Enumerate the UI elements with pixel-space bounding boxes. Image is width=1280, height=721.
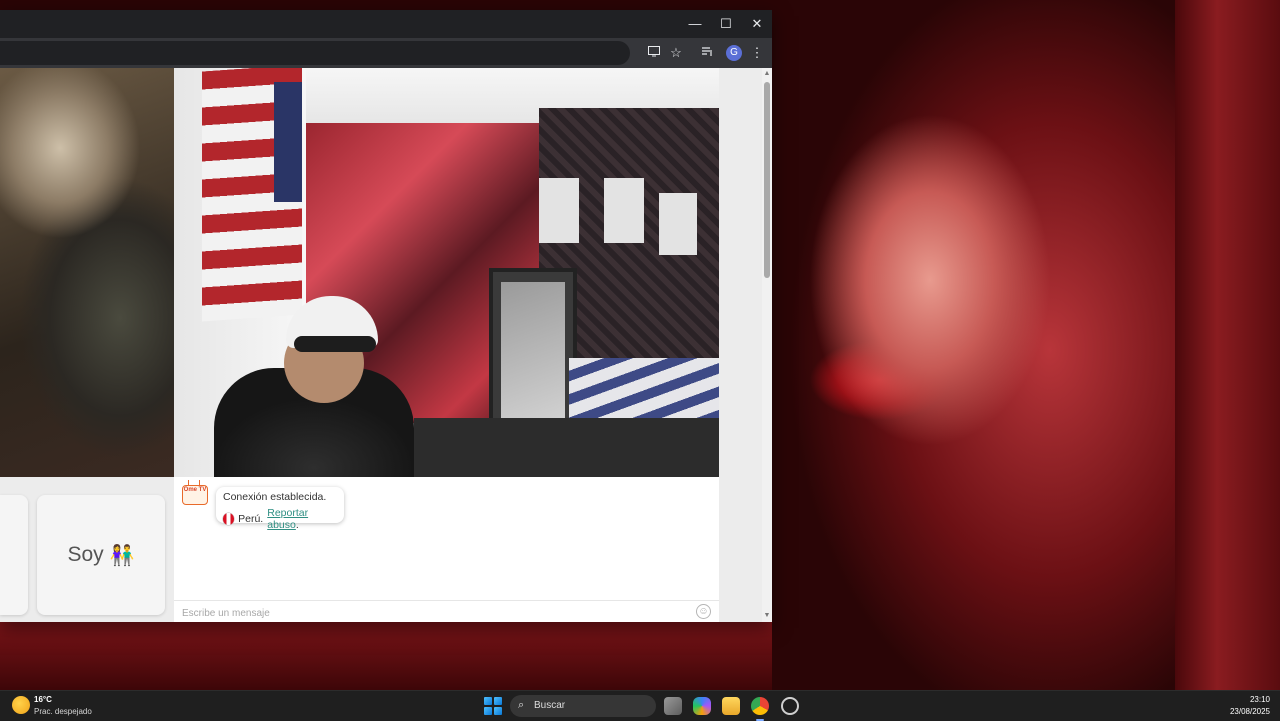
system-message-bubble: Conexión establecida. Perú. Reportar abu… bbox=[216, 487, 344, 531]
scrollbar-thumb[interactable] bbox=[764, 82, 770, 278]
wallpaper-edge bbox=[1175, 0, 1280, 690]
close-button[interactable]: ✕ bbox=[742, 10, 772, 38]
stranger-video-left bbox=[0, 68, 174, 477]
taskbar-search[interactable]: ⌕ Buscar bbox=[510, 695, 656, 717]
maximize-button[interactable]: ☐ bbox=[711, 10, 741, 38]
floor bbox=[414, 418, 719, 477]
browser-window: — ☐ ✕ ☆ G ⋮ Soy 👫 Ome TV Conexión establ… bbox=[0, 10, 772, 622]
interest-card-soy[interactable]: Soy 👫 bbox=[37, 495, 165, 615]
cast-icon[interactable] bbox=[644, 43, 664, 63]
wallpaper-bottom bbox=[0, 622, 772, 690]
poster bbox=[659, 193, 697, 255]
browser-toolbar: ☆ G ⋮ bbox=[0, 38, 772, 68]
person-cap-brim bbox=[294, 336, 376, 352]
task-view-icon[interactable] bbox=[664, 697, 682, 715]
settings-gear-icon[interactable] bbox=[781, 697, 799, 715]
country-name: Perú. bbox=[238, 513, 264, 525]
couple-icon: 👫 bbox=[109, 544, 135, 567]
file-explorer-icon[interactable] bbox=[722, 697, 740, 715]
weather-temperature[interactable]: 16°C bbox=[34, 695, 52, 704]
poster bbox=[604, 178, 644, 243]
weather-sun-icon[interactable] bbox=[12, 696, 30, 714]
search-label: Buscar bbox=[534, 700, 566, 711]
page-viewport: Soy 👫 Ome TV Conexión establecida. Perú.… bbox=[0, 68, 762, 622]
copilot-icon[interactable] bbox=[693, 697, 711, 715]
clock-date[interactable]: 23/08/2025 bbox=[1222, 707, 1270, 716]
interest-card-partial[interactable] bbox=[0, 495, 28, 615]
clock-time[interactable]: 23:10 bbox=[1230, 695, 1270, 704]
start-button[interactable] bbox=[484, 697, 502, 715]
scroll-up-icon[interactable]: ▲ bbox=[763, 70, 771, 78]
minimize-button[interactable]: — bbox=[680, 10, 710, 38]
profile-avatar[interactable]: G bbox=[726, 45, 742, 61]
scroll-down-icon[interactable]: ▼ bbox=[763, 612, 771, 620]
message-input[interactable] bbox=[180, 604, 684, 622]
peru-flag-icon bbox=[223, 513, 235, 525]
message-composer: ☺ bbox=[174, 600, 719, 622]
weather-condition[interactable]: Prac. despejado bbox=[34, 707, 92, 716]
chrome-icon[interactable] bbox=[751, 697, 769, 721]
report-suffix: . bbox=[295, 519, 299, 531]
emoji-icon[interactable]: ☺ bbox=[696, 604, 711, 619]
flag-canton bbox=[274, 82, 302, 202]
media-control-icon[interactable] bbox=[698, 43, 718, 63]
ometv-logo-icon: Ome TV bbox=[182, 485, 208, 505]
connection-status: Conexión establecida. bbox=[223, 491, 327, 503]
stranger-video-right bbox=[174, 68, 719, 477]
windows-taskbar: 16°C Prac. despejado ⌕ Buscar 23:10 23/0… bbox=[0, 690, 1280, 721]
poster bbox=[539, 178, 579, 243]
bookmark-star-icon[interactable]: ☆ bbox=[666, 43, 686, 63]
search-icon: ⌕ bbox=[518, 699, 525, 711]
address-bar[interactable] bbox=[0, 41, 630, 65]
title-bar: — ☐ ✕ bbox=[0, 10, 772, 38]
menu-kebab-icon[interactable]: ⋮ bbox=[747, 43, 767, 63]
report-abuse-link[interactable]: Reportar abuso bbox=[267, 507, 308, 531]
interest-card-label: Soy bbox=[67, 543, 104, 566]
page-scrollbar[interactable]: ▲ ▼ bbox=[762, 68, 772, 622]
